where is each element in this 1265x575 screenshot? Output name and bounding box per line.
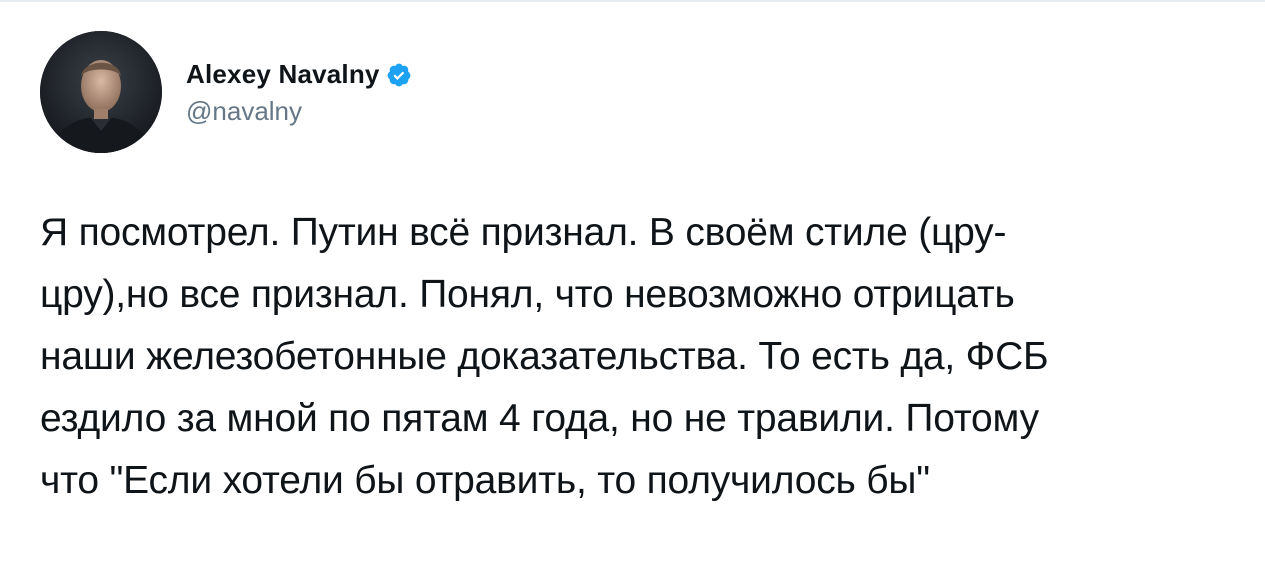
tweet-text: Я посмотрел. Путин всё признал. В своём …: [40, 202, 1240, 512]
name-row: Alexey Navalny: [186, 58, 412, 92]
tweet-text-line: Я посмотрел. Путин всё признал. В своём …: [40, 211, 1007, 254]
display-name[interactable]: Alexey Navalny: [186, 59, 380, 90]
avatar[interactable]: [40, 31, 162, 153]
author-names: Alexey Navalny @navalny: [186, 58, 412, 127]
tweet-text-line: цру),но все признал. Понял, что невозмож…: [40, 273, 1015, 316]
tweet-text-line: наши железобетонные доказательства. То е…: [40, 335, 1049, 378]
tweet-text-line: ездило за мной по пятам 4 года, но не тр…: [40, 397, 1039, 440]
tweet-text-line: что "Если хотели бы отравить, то получил…: [40, 459, 930, 502]
author-handle[interactable]: @navalny: [186, 96, 412, 127]
verified-badge-icon: [386, 62, 412, 88]
tweet-header: Alexey Navalny @navalny: [40, 31, 412, 153]
tweet: Alexey Navalny @navalny Я посмотрел. Пут…: [0, 0, 1265, 575]
avatar-portrait: [40, 31, 162, 153]
